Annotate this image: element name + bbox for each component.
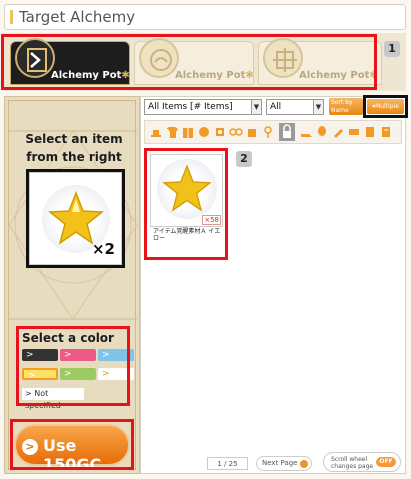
multiple-button[interactable]: ▾Multiple — [367, 99, 404, 114]
chevron-down-icon: ▼ — [251, 100, 261, 114]
chevron-right-icon — [300, 460, 308, 468]
hair-icon[interactable] — [197, 125, 211, 139]
chevron-right-icon: > — [22, 439, 38, 455]
color-swatch-green[interactable]: > — [60, 368, 96, 380]
paint-icon[interactable] — [331, 125, 345, 139]
pot-tab-1[interactable]: Alchemy Pot✱ — [10, 38, 130, 85]
pot-label: Alchemy Pot✱ — [51, 70, 130, 81]
balloon-icon[interactable] — [315, 125, 329, 139]
scroll-toggle[interactable]: OFF — [376, 457, 396, 467]
alchemy-pot-icon — [263, 38, 303, 78]
sort-by-name-button[interactable]: Sort by Name — [329, 98, 363, 115]
ticket-icon[interactable] — [347, 125, 361, 139]
category-icon-strip — [144, 120, 402, 144]
annotation-badge-1: 1 — [384, 41, 400, 57]
glove-icon[interactable] — [213, 125, 227, 139]
color-swatch-black[interactable]: > — [22, 349, 58, 361]
item-star-bg — [157, 159, 217, 219]
color-swatch-white[interactable]: > — [98, 368, 134, 380]
color-swatch-pink[interactable]: > — [60, 349, 96, 361]
category-select[interactable]: All Items [# Items] ▼ — [144, 99, 262, 115]
pot-label: Alchemy Pot✱ — [175, 70, 254, 81]
alchemy-pot-icon — [139, 38, 179, 78]
color-title: Select a color — [22, 331, 114, 345]
item-name: アイテム覚醒素材Ａ イエロー — [153, 228, 221, 242]
glasses-icon[interactable] — [229, 125, 243, 139]
star-icon — [162, 164, 212, 212]
pot-tab-2[interactable]: Alchemy Pot✱ — [134, 38, 254, 85]
ring-icon[interactable] — [261, 125, 275, 139]
subcategory-select[interactable]: All ▼ — [266, 99, 324, 115]
coat-icon[interactable] — [181, 125, 195, 139]
pot-label: Alchemy Pot✱ — [299, 70, 378, 81]
book-icon[interactable] — [363, 125, 377, 139]
annotation-badge-2: 2 — [236, 151, 252, 167]
bag-icon[interactable] — [245, 125, 259, 139]
title-accent — [10, 10, 13, 24]
color-not-specified[interactable]: > Not specified — [22, 388, 84, 410]
next-page-button[interactable]: Next Page — [256, 456, 312, 471]
selected-item-slot[interactable]: ×2 — [29, 172, 122, 265]
page-indicator: 1 / 25 — [207, 457, 248, 470]
alchemy-pot-icon — [15, 38, 55, 78]
lock-icon[interactable] — [279, 123, 295, 141]
instruction-text: Select an item from the right — [25, 132, 123, 164]
slot-count: ×2 — [91, 240, 115, 258]
pot-tab-3[interactable]: Alchemy Pot✱ — [258, 38, 382, 85]
item-quantity: ×58 — [202, 215, 221, 225]
page-title: Target Alchemy — [19, 8, 136, 26]
scroll-label: Scroll wheel changes page — [331, 456, 374, 470]
item-card[interactable]: ×58 アイテム覚醒素材Ａ イエロー — [147, 151, 226, 242]
scroll-wheel-setting: Scroll wheel changes page OFF — [323, 452, 401, 472]
pot-tabs: Alchemy Pot✱ Alchemy Pot✱ Alchemy Pot✱ — [4, 33, 406, 91]
shoe-icon[interactable] — [299, 125, 313, 139]
chevron-down-icon: ▼ — [313, 100, 323, 114]
use-button-label: Use 150GC — [43, 436, 102, 474]
use-gc-button[interactable]: > Use 150GC — [14, 424, 130, 474]
scroll-icon[interactable] — [379, 125, 393, 139]
shirt-icon[interactable] — [165, 125, 179, 139]
item-image: ×58 — [150, 154, 223, 227]
title-bar: Target Alchemy — [4, 4, 406, 30]
color-swatch-blue[interactable]: > — [98, 349, 134, 361]
color-swatch-yellow[interactable]: > — [22, 368, 58, 381]
hat-icon[interactable] — [149, 125, 163, 139]
